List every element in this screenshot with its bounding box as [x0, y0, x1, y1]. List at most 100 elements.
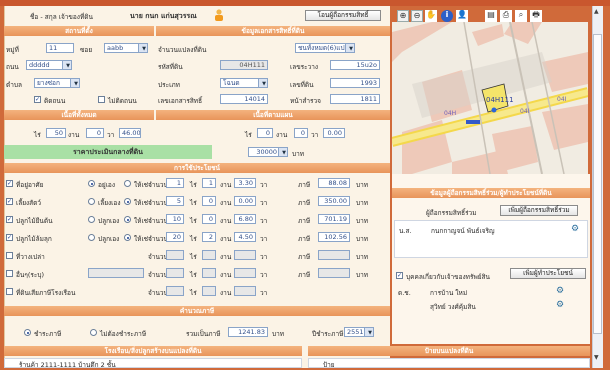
usage-ngan-input[interactable]	[202, 286, 216, 296]
lot-label: 04I	[520, 108, 530, 115]
survey-input[interactable]: 15u2o	[330, 60, 380, 70]
usage-label: ปลูกไม้ล้มลุก	[16, 235, 52, 243]
usage-option-rent-radio[interactable]	[124, 198, 131, 205]
binoculars-icon[interactable]: ⌕	[515, 10, 527, 22]
scrollbar-thumb[interactable]	[593, 34, 602, 334]
info-icon[interactable]: i	[441, 10, 453, 22]
usage-option-own-radio[interactable]	[88, 198, 95, 205]
plan-ngan-input[interactable]: 0	[294, 128, 308, 138]
transfer-owner-button[interactable]: โอนผู้ถือกรรมสิทธิ์	[305, 10, 381, 21]
usage-option-own-radio[interactable]	[88, 234, 95, 241]
usage-ngan-input[interactable]: 2	[202, 232, 216, 242]
price-select[interactable]: 30000 ▼	[248, 147, 288, 157]
chevron-down-icon: ▼	[66, 63, 70, 69]
usage-tax-input[interactable]: 102.56	[318, 232, 350, 242]
person-name[interactable]: สุวิทย์ วงศ์คุ้มสิน	[430, 302, 476, 312]
usage-checkbox[interactable]	[6, 288, 13, 295]
usage-amount-label: จำนวน	[148, 217, 168, 225]
soi-select[interactable]: aabb ▼	[104, 43, 148, 53]
signs-row[interactable]: ป้าย	[323, 360, 335, 370]
usage-wa-input[interactable]	[234, 250, 256, 260]
tambon-select[interactable]: ยางซ่อก ▼	[34, 78, 80, 88]
usage-checkbox[interactable]: ✓	[6, 216, 13, 223]
wa-input[interactable]: 46.00	[119, 128, 141, 138]
usage-ngan-input[interactable]: 1	[202, 178, 216, 188]
buildings-row[interactable]: ร้านค้า 2111-1111 บ้านตึก 2 ชั้น	[19, 360, 116, 370]
usage-option-own-radio[interactable]	[88, 216, 95, 223]
tax-year-select[interactable]: 2551 ▼	[344, 327, 374, 337]
usage-checkbox[interactable]	[6, 270, 13, 277]
usage-tax-input[interactable]	[318, 250, 350, 260]
usage-wa-input[interactable]	[234, 268, 256, 278]
usage-checkbox[interactable]: ✓	[6, 180, 13, 187]
parcel-code-label: รหัสที่ดิน	[158, 63, 183, 71]
usage-checkbox[interactable]	[6, 252, 13, 259]
zoom-out-icon[interactable]: ⊖	[411, 10, 423, 22]
usage-ngan-label: งาน	[220, 199, 232, 207]
person-icon[interactable]	[214, 9, 224, 21]
deed-input[interactable]: 14014	[220, 94, 268, 104]
usage-rai-input[interactable]	[166, 286, 184, 296]
usage-ngan-input[interactable]: 0	[202, 214, 216, 224]
add-co-owner-button[interactable]: เพิ่มผู้ถือกรรมสิทธิ์ร่วม	[500, 205, 578, 216]
add-beneficiary-button[interactable]: เพิ่มผู้ทำประโยชน์	[510, 268, 586, 279]
print-icon[interactable]: ⎙	[500, 10, 512, 22]
other-usage-input[interactable]	[88, 268, 144, 278]
usage-rai-input[interactable]: 10	[166, 214, 184, 224]
usage-rai-input[interactable]: 1	[166, 178, 184, 188]
edit-person-icon[interactable]: ⚙	[556, 286, 564, 296]
usage-option-rent-radio[interactable]	[124, 216, 131, 223]
pan-hand-icon[interactable]: ✋	[425, 10, 437, 22]
ngan-input[interactable]: 0	[86, 128, 104, 138]
moo-input[interactable]: 11	[46, 43, 74, 53]
printer-icon[interactable]: 🖶	[530, 10, 542, 22]
edit-person-icon[interactable]: ⚙	[556, 300, 564, 310]
total-tax-input[interactable]: 1241.83	[228, 327, 268, 337]
usage-checkbox[interactable]: ✓	[6, 198, 13, 205]
page-input[interactable]: 1811	[330, 94, 380, 104]
map-view[interactable]: 04H111 04H 04I 04I	[392, 22, 588, 174]
usage-checkbox[interactable]: ✓	[6, 234, 13, 241]
usage-option-own-radio[interactable]	[88, 180, 95, 187]
usage-option-rent-radio[interactable]	[124, 180, 131, 187]
usage-wa-input[interactable]: 0.00	[234, 196, 256, 206]
user-icon[interactable]: 👤	[456, 10, 468, 22]
usage-ngan-input[interactable]	[202, 250, 216, 260]
usage-tax-input[interactable]: 350.00	[318, 196, 350, 206]
no-road-checkbox[interactable]	[98, 96, 105, 103]
plan-rai-input[interactable]: 0	[257, 128, 273, 138]
usage-rai-input[interactable]	[166, 268, 184, 278]
usage-rai-input[interactable]: 5	[166, 196, 184, 206]
usage-ngan-input[interactable]	[202, 268, 216, 278]
rai-input[interactable]: 50	[46, 128, 66, 138]
usage-ngan-input[interactable]: 0	[202, 196, 216, 206]
edit-person-icon[interactable]: ⚙	[571, 224, 579, 234]
land-no-input[interactable]: 1993	[330, 78, 380, 88]
co-owner-name[interactable]: กนกกาญจน์ พันธ์เจริญ	[431, 226, 495, 236]
usage-wa-input[interactable]	[234, 286, 256, 296]
road-adjacent-checkbox[interactable]: ✓	[34, 96, 41, 103]
usage-tax-input[interactable]: 88.08	[318, 178, 350, 188]
pay-tax-radio[interactable]	[24, 329, 31, 336]
usage-wa-input[interactable]: 3.30	[234, 178, 256, 188]
usage-wa-input[interactable]: 4.50	[234, 232, 256, 242]
plan-wa-input[interactable]: 0.00	[323, 128, 345, 138]
usage-tax-input[interactable]	[318, 268, 350, 278]
usage-rai-label: ไร่	[190, 271, 197, 279]
related-persons-checkbox[interactable]: ✓	[396, 272, 403, 279]
type-select[interactable]: โฉนด ▼	[220, 78, 268, 88]
person-name[interactable]: การบ้าน ใหม่	[430, 288, 467, 298]
usage-rai-input[interactable]	[166, 250, 184, 260]
road-select[interactable]: ddddd ▼	[26, 60, 72, 70]
scroll-up-icon[interactable]: ▲	[594, 8, 599, 15]
usage-option-rent-radio[interactable]	[124, 234, 131, 241]
scroll-down-icon[interactable]: ▼	[594, 354, 599, 361]
usage-rai-input[interactable]: 20	[166, 232, 184, 242]
parcel-code-input[interactable]: 04H111	[220, 60, 268, 70]
layers-icon[interactable]: ▤	[485, 10, 497, 22]
no-tax-radio[interactable]	[90, 329, 97, 336]
usage-wa-input[interactable]: 6.80	[234, 214, 256, 224]
zoom-in-icon[interactable]: ⊕	[397, 10, 409, 22]
parcel-count-select[interactable]: ชนทั้งหมด(6)แปลง ▼	[295, 43, 355, 53]
usage-tax-input[interactable]: 701.19	[318, 214, 350, 224]
